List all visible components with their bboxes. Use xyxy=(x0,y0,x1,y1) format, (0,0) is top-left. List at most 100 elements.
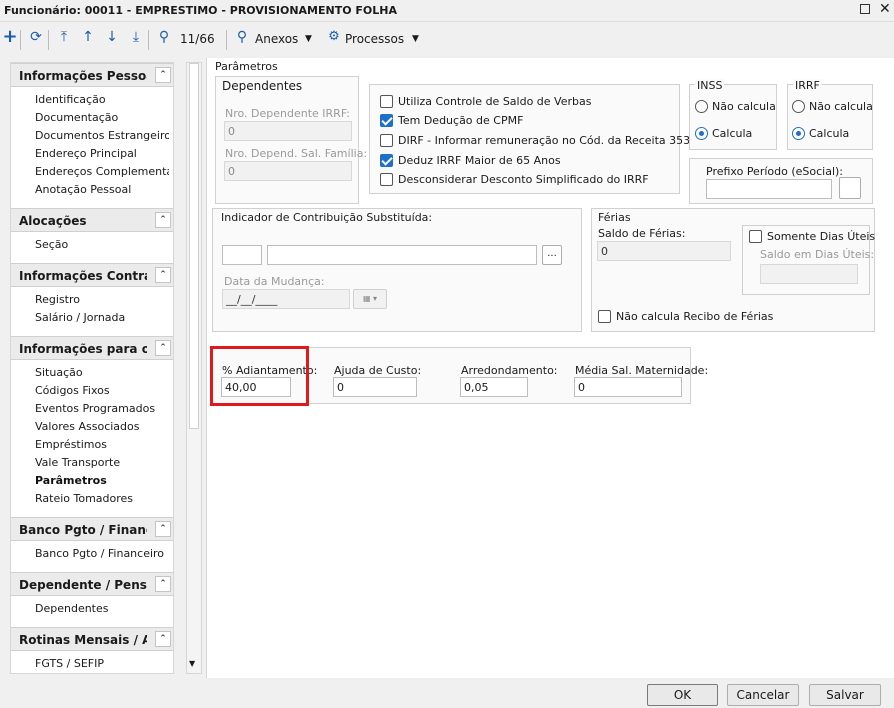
inss-group: INSS Não calcula Calcula xyxy=(689,79,777,150)
section-dependente-pensionista[interactable]: Dependente / Pensionista⌃ xyxy=(11,572,173,596)
save-button[interactable]: Salvar xyxy=(809,684,881,706)
irrf-calcula-radio[interactable] xyxy=(792,127,805,140)
toolbar-separator xyxy=(226,30,227,50)
arredondamento-label: Arredondamento: xyxy=(461,364,558,377)
section-informacoes-contratuais[interactable]: Informações Contratuais⌃ xyxy=(11,263,173,287)
sidebar-item-fgts-sefip[interactable]: FGTS / SEFIP xyxy=(35,657,169,670)
sidebar-item-eventos-programados[interactable]: Eventos Programados xyxy=(35,402,169,415)
collapse-icon: ⌃ xyxy=(155,521,171,537)
section-informacoes-calculo[interactable]: Informações para o Cálculo⌃ xyxy=(11,336,173,360)
ajuda-custo-label: Ajuda de Custo: xyxy=(334,364,422,377)
inss-calcula-label: Calcula xyxy=(712,127,753,140)
sidebar-item-banco-pgto[interactable]: Banco Pgto / Financeiro xyxy=(35,547,169,560)
sidebar-item-situacao[interactable]: Situação xyxy=(35,366,169,379)
saldo-dias-uteis-field[interactable] xyxy=(760,264,858,284)
sidebar-item-salario-jornada[interactable]: Salário / Jornada xyxy=(35,311,169,324)
inss-title: INSS xyxy=(695,79,725,92)
data-mudanca-field[interactable]: __/__/____ xyxy=(222,289,350,309)
window-title: Funcionário: 00011 - EMPRESTIMO - PROVIS… xyxy=(4,4,397,17)
sidebar-item-secao[interactable]: Seção xyxy=(35,238,169,251)
irrf-dependents-field[interactable]: 0 xyxy=(224,121,352,141)
sidebar-item-registro[interactable]: Registro xyxy=(35,293,169,306)
section-rotinas-mensais[interactable]: Rotinas Mensais / Anuais⌃ xyxy=(11,627,173,651)
saldo-ferias-field[interactable]: 0 xyxy=(597,241,731,261)
search-icon[interactable]: ⚲ xyxy=(154,27,174,47)
inss-nao-calcula-label: Não calcula xyxy=(712,100,776,113)
utiliza-controle-checkbox[interactable] xyxy=(380,95,393,108)
ok-button[interactable]: OK xyxy=(647,684,718,706)
deduz-irrf-checkbox[interactable] xyxy=(380,154,393,167)
sidebar-item-enderecos-complementares[interactable]: Endereços Complementa... xyxy=(35,165,169,178)
section-informacoes-pessoais[interactable]: Informações Pessoais⌃ xyxy=(11,63,173,87)
previous-record-icon[interactable]: ↑ xyxy=(78,27,98,47)
indicador-code-field[interactable] xyxy=(222,245,262,265)
gear-icon[interactable]: ⚙ xyxy=(324,27,344,47)
close-icon[interactable]: ✕ xyxy=(879,1,891,17)
refresh-icon[interactable]: ⟳ xyxy=(26,27,46,47)
dirf-label: DIRF - Informar remuneração no Cód. da R… xyxy=(398,134,698,147)
indicador-browse-button[interactable]: ... xyxy=(542,245,562,265)
somente-dias-uteis-label: Somente Dias Úteis xyxy=(767,230,876,243)
section-alocacoes[interactable]: Alocações ⌃ xyxy=(11,208,173,232)
sidebar-item-rateio-tomadores[interactable]: Rateio Tomadores xyxy=(35,492,169,505)
indicador-title: Indicador de Contribuição Substituída: xyxy=(221,211,433,224)
somente-dias-uteis-checkbox[interactable] xyxy=(749,230,762,243)
somente-dias-uteis-group: Somente Dias Úteis Saldo em Dias Úteis: xyxy=(742,225,875,295)
prefixo-field[interactable] xyxy=(706,179,832,199)
toolbar-separator xyxy=(148,30,149,50)
media-sal-maternidade-field[interactable]: 0 xyxy=(574,377,682,397)
ajuda-custo-field[interactable]: 0 xyxy=(333,377,417,397)
next-record-icon[interactable]: ↓ xyxy=(102,27,122,47)
dependentes-group: Dependentes Nro. Dependente IRRF: 0 Nro.… xyxy=(215,76,367,204)
toolbar-separator xyxy=(20,30,21,50)
sidebar-item-endereco-principal[interactable]: Endereço Principal xyxy=(35,147,169,160)
sidebar-item-vale-transporte[interactable]: Vale Transporte xyxy=(35,456,169,469)
salfam-dependents-field[interactable]: 0 xyxy=(224,161,352,181)
chevron-down-icon[interactable]: ▼ xyxy=(412,34,419,44)
irrf-title: IRRF xyxy=(793,79,822,92)
anexos-menu[interactable]: Anexos xyxy=(255,32,298,46)
arredondamento-field[interactable]: 0,05 xyxy=(460,377,528,397)
sidebar-item-anotacao-pessoal[interactable]: Anotação Pessoal xyxy=(35,183,169,196)
sidebar-item-emprestimos[interactable]: Empréstimos xyxy=(35,438,169,451)
scrollbar-thumb[interactable] xyxy=(189,63,199,429)
cancel-button[interactable]: Cancelar xyxy=(727,684,799,706)
deduz-irrf-label: Deduz IRRF Maior de 65 Anos xyxy=(398,154,561,167)
dirf-checkbox[interactable] xyxy=(380,134,393,147)
sidebar-scrollbar[interactable]: ▼ xyxy=(186,62,202,674)
prefixo-lookup-button[interactable] xyxy=(839,177,861,199)
irrf-nao-calcula-radio[interactable] xyxy=(792,100,805,113)
irrf-dependents-label: Nro. Dependente IRRF: xyxy=(225,107,351,120)
sidebar-item-codigos-fixos[interactable]: Códigos Fixos xyxy=(35,384,169,397)
nao-calcula-recibo-label: Não calcula Recibo de Férias xyxy=(616,310,774,323)
inss-nao-calcula-radio[interactable] xyxy=(695,100,708,113)
sidebar-item-parametros[interactable]: Parâmetros xyxy=(35,474,169,487)
desconsiderar-desconto-checkbox[interactable] xyxy=(380,173,393,186)
calendar-picker[interactable]: ▦ ▾ xyxy=(353,289,387,309)
prefixo-group: Prefixo Período (eSocial): xyxy=(689,158,873,204)
data-mudanca-label: Data da Mudança: xyxy=(224,275,325,288)
ferias-title: Férias xyxy=(598,211,631,224)
nao-calcula-recibo-checkbox[interactable] xyxy=(598,310,611,323)
media-sal-maternidade-label: Média Sal. Maternidade: xyxy=(575,364,709,377)
deducao-cpmf-checkbox[interactable] xyxy=(380,114,393,127)
chevron-down-icon[interactable]: ▼ xyxy=(305,34,312,44)
section-banco-pgto[interactable]: Banco Pgto / Financeiro⌃ xyxy=(11,517,173,541)
sidebar-item-documentacao[interactable]: Documentação xyxy=(35,111,169,124)
sidebar-item-identificacao[interactable]: Identificação xyxy=(35,93,169,106)
add-icon[interactable]: + xyxy=(0,27,20,47)
scroll-down-icon[interactable]: ▼ xyxy=(189,659,195,668)
deducao-cpmf-label: Tem Dedução de CPMF xyxy=(398,114,524,127)
last-record-icon[interactable]: ⤓ xyxy=(126,27,146,47)
paperclip-icon[interactable]: ⚲ xyxy=(232,27,252,47)
sidebar-item-dependentes[interactable]: Dependentes xyxy=(35,602,169,615)
indicador-desc-field[interactable] xyxy=(267,245,537,265)
toolbar: + ⟳ ⤒ ↑ ↓ ⤓ ⚲ 11/66 ⚲ Anexos ▼ ⚙ Process… xyxy=(0,26,894,54)
window-restore-icon[interactable] xyxy=(860,4,870,14)
inss-calcula-radio[interactable] xyxy=(695,127,708,140)
sidebar-item-valores-associados[interactable]: Valores Associados xyxy=(35,420,169,433)
desconsiderar-desconto-label: Desconsiderar Desconto Simplificado do I… xyxy=(398,173,649,186)
processos-menu[interactable]: Processos xyxy=(345,32,404,46)
sidebar-item-documentos-estrangeiros[interactable]: Documentos Estrangeiros xyxy=(35,129,169,142)
first-record-icon[interactable]: ⤒ xyxy=(54,27,74,47)
